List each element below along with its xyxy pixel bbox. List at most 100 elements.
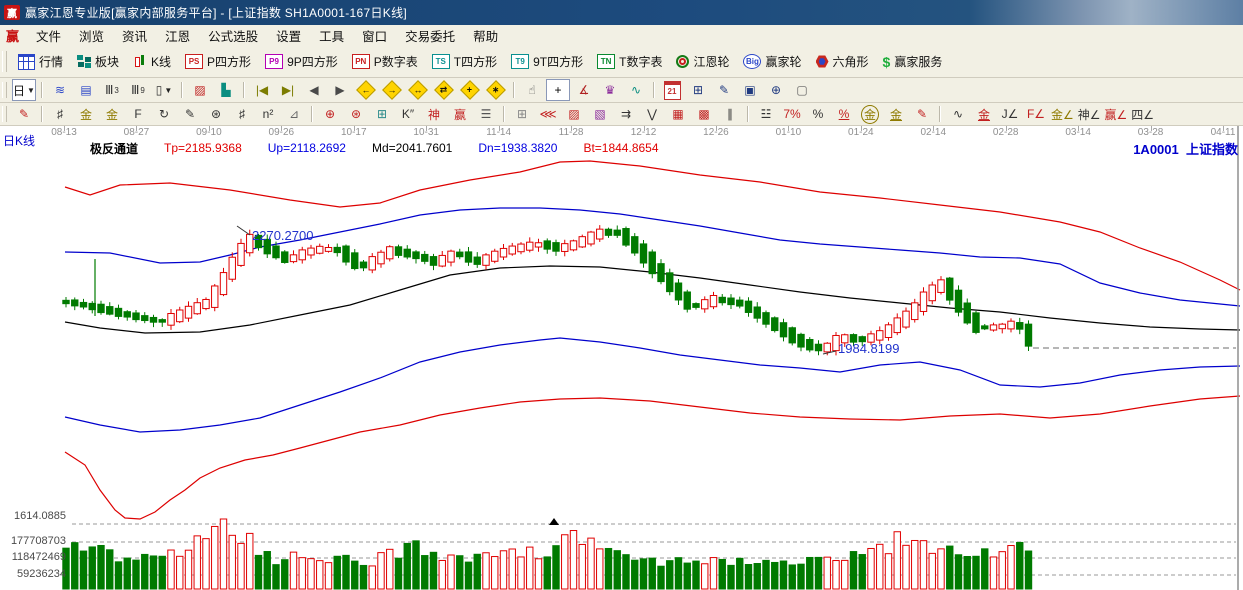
calculator-button[interactable]: ⊞ [686, 79, 710, 101]
bars-3-button[interactable]: Ⅲ3 [100, 79, 124, 101]
quotes-icon [18, 53, 35, 70]
chip-distribution-button[interactable]: ≋ [48, 79, 72, 101]
toolbar-9t-square-button[interactable]: T9 9T四方形 [504, 50, 590, 74]
toolbar-quotes-button[interactable]: 行情 [11, 50, 70, 74]
next-bar-button[interactable]: ▶ [328, 79, 352, 101]
time-grid-button[interactable]: ♯ [230, 103, 254, 125]
drag-hand-button[interactable]: ☝ [520, 79, 544, 101]
spiral-button[interactable]: ↻ [152, 103, 176, 125]
toolbar-sectors-button[interactable]: 板块 [70, 50, 126, 74]
angle-fan-button[interactable]: ⊿ [282, 103, 306, 125]
fan-box-2-button[interactable]: ▧ [588, 103, 612, 125]
gold-angle-button[interactable]: 金∠ [1050, 103, 1075, 125]
menu-browse[interactable]: 浏览 [70, 26, 113, 45]
n-square-button[interactable]: n² [256, 103, 280, 125]
shen-angle-button[interactable]: 神∠ [1077, 103, 1102, 125]
shift-right-button[interactable]: → [380, 79, 404, 101]
compress-bars-button[interactable]: ⇄ [432, 79, 456, 101]
toolbar-t-number-table-button[interactable]: TN T数字表 [590, 50, 669, 74]
toolbar-winner-wheel-button[interactable]: Big 赢家轮 [736, 50, 808, 74]
angle-measure-button[interactable]: ∡ [572, 79, 596, 101]
parallel-lines-button[interactable]: ∥ [718, 103, 742, 125]
web-update-button[interactable]: ⊕ [764, 79, 788, 101]
trend-arrows-button[interactable]: ⇉ [614, 103, 638, 125]
star-circle-button[interactable]: ⊛ [344, 103, 368, 125]
shift-left-button[interactable]: ← [354, 79, 378, 101]
menu-formula-picker[interactable]: 公式选股 [199, 26, 267, 45]
9p-square-label: 9P四方形 [287, 55, 338, 69]
bars-9-button[interactable]: Ⅲ9 [126, 79, 150, 101]
pen-grid-button[interactable]: ✎ [178, 103, 202, 125]
volume-histogram-button[interactable]: ▙ [214, 79, 238, 101]
gann-circle-button[interactable]: ⊛ [204, 103, 228, 125]
gann-head-button[interactable]: ♛ [598, 79, 622, 101]
marker-pen-button[interactable]: ✎ [910, 103, 934, 125]
toolbar-kline-button[interactable]: K线 [126, 50, 178, 74]
calendar-button[interactable]: 21 [660, 79, 684, 101]
prev-bar-button[interactable]: ◀ [302, 79, 326, 101]
percent-line-button[interactable]: % [832, 103, 856, 125]
gold-angle-box-button[interactable]: 金 [972, 103, 996, 125]
menu-trade[interactable]: 交易委托 [396, 26, 464, 45]
percent-7-button[interactable]: 7% [780, 103, 804, 125]
gold-grid-1-button[interactable]: 金 [74, 103, 98, 125]
menu-help[interactable]: 帮助 [464, 26, 507, 45]
f-angle-button[interactable]: F∠ [1024, 103, 1048, 125]
gold-circle-button[interactable]: 金 [858, 103, 882, 125]
gold-line-button[interactable]: 金 [884, 103, 908, 125]
fib-grid-button[interactable]: F [126, 103, 150, 125]
toolbar-winner-service-button[interactable]: $ 赢家服务 [876, 50, 950, 74]
remote-pc-button[interactable]: ▢ [790, 79, 814, 101]
zoom-horizontal-button[interactable]: ↔ [406, 79, 430, 101]
chart-canvas[interactable]: 2270.2700 1984.8199 [0, 126, 1243, 590]
win-tool-button[interactable]: 赢 [448, 103, 472, 125]
last-page-button[interactable]: ▶| [276, 79, 300, 101]
menu-gann[interactable]: 江恩 [156, 26, 199, 45]
save-button[interactable]: ▣ [738, 79, 762, 101]
price-grid-1-button[interactable]: ▦ [666, 103, 690, 125]
toolbar-gann-wheel-button[interactable]: 江恩轮 [669, 50, 736, 74]
menu-tools[interactable]: 工具 [310, 26, 353, 45]
fan-lines-button[interactable]: ⋘ [536, 103, 560, 125]
toolbar-t-square-button[interactable]: TS T四方形 [425, 50, 504, 74]
toolbar-9p-square-button[interactable]: P9 9P四方形 [258, 50, 345, 74]
stats-bars-button[interactable]: ☳ [754, 103, 778, 125]
menu-news[interactable]: 资讯 [113, 26, 156, 45]
brush-button[interactable]: ✎ [12, 103, 36, 125]
info-panel-button[interactable]: ▤ [74, 79, 98, 101]
zigzag-button[interactable]: ⋁ [640, 103, 664, 125]
period-day-dropdown-button[interactable]: 日 ▼ [12, 79, 36, 101]
box-select-button[interactable]: ⊞ [510, 103, 534, 125]
expand-bars-button[interactable]: + [458, 79, 482, 101]
ruler-button[interactable]: ☰ [474, 103, 498, 125]
four-angle-button[interactable]: 四∠ [1130, 103, 1155, 125]
date-axis[interactable]: 08-13 08-27 09-10 09-26 10-17 10-31 11-14 11-28… [0, 126, 1243, 139]
price-grid-2-button[interactable]: ▩ [692, 103, 716, 125]
percent-button[interactable]: % [806, 103, 830, 125]
win-angle-button[interactable]: 赢∠ [1104, 103, 1129, 125]
kline-settings-button[interactable]: ▨ [188, 79, 212, 101]
gold-grid-2-button[interactable]: 金 [100, 103, 124, 125]
crosshair-button[interactable]: + [546, 79, 570, 101]
j-angle-button[interactable]: J∠ [998, 103, 1022, 125]
menu-settings[interactable]: 设置 [267, 26, 310, 45]
shen-tool-button[interactable]: 神 [422, 103, 446, 125]
k-marks-button[interactable]: K″ [396, 103, 420, 125]
wave-overlay-button[interactable]: ∿ [946, 103, 970, 125]
menu-window[interactable]: 窗口 [353, 26, 396, 45]
gann-grid-button[interactable]: ♯ [48, 103, 72, 125]
title-bar[interactable]: 赢 赢家江恩专业版[赢家内部服务平台] - [上证指数 SH1A0001-167… [0, 0, 1243, 25]
toolbar-p-number-table-button[interactable]: PN P数字表 [345, 50, 425, 74]
notes-button[interactable]: ✎ [712, 79, 736, 101]
toolbar-hexagon-button[interactable]: 六角形 [809, 50, 876, 74]
grid-box-button[interactable]: ⊞ [370, 103, 394, 125]
circle-cross-button[interactable]: ⊕ [318, 103, 342, 125]
menu-file[interactable]: 文件 [27, 26, 70, 45]
full-view-button[interactable]: ∗ [484, 79, 508, 101]
toolbar-p-square-button[interactable]: PS P四方形 [178, 50, 258, 74]
candle-style-dropdown-button[interactable]: ▯ ▼ [152, 79, 176, 101]
date-label: 08-27 [123, 127, 150, 138]
wave-scribble-button[interactable]: ∿ [624, 79, 648, 101]
first-page-button[interactable]: |◀ [250, 79, 274, 101]
fan-box-1-button[interactable]: ▨ [562, 103, 586, 125]
